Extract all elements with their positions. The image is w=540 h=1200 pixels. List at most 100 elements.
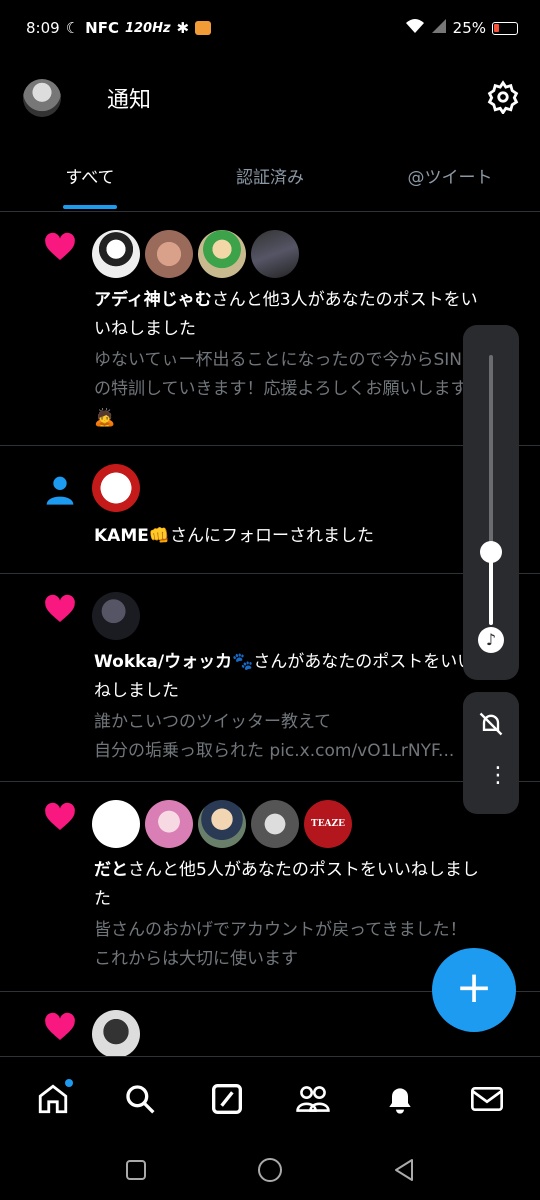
notification-text: Wokka/ウォッカ🐾さんがあなたのポストをいい ねしました <box>94 648 514 706</box>
nav-communities[interactable] <box>291 1077 335 1121</box>
home-icon <box>39 1083 68 1113</box>
notification-text-rest: さんと他5人があなたのポストをいいねしまし <box>128 860 479 880</box>
post-preview-line: の特訓していきます！応援よろしくお願いします <box>94 379 468 399</box>
avatar[interactable] <box>145 800 193 848</box>
bottom-navigation <box>0 1056 540 1140</box>
tab-label: すべて <box>65 168 115 188</box>
tab-mentions[interactable]: @ツイート <box>360 140 540 211</box>
post-preview[interactable]: ゆないてぃー杯出ることになったので今からSING の特訓していきます！応援よろし… <box>94 346 514 433</box>
bell-muted-icon[interactable] <box>477 710 505 742</box>
actor-name[interactable]: だと <box>94 860 128 880</box>
back-icon[interactable] <box>393 1158 415 1182</box>
gear-icon[interactable] <box>486 80 520 116</box>
tab-label: @ツイート <box>407 168 493 188</box>
page-title: 通知 <box>107 88 152 113</box>
avatar[interactable] <box>92 230 140 278</box>
notification-item[interactable]: アディ神じゃむさんと他3人があなたのポストをい いねしました ゆないてぃー杯出る… <box>0 212 540 446</box>
avatar[interactable] <box>251 230 299 278</box>
avatar[interactable] <box>92 800 140 848</box>
notification-text-rest: さんがあなたのポストをいい <box>253 652 475 672</box>
notification-item[interactable]: Wokka/ウォッカ🐾さんがあなたのポストをいい ねしました 誰かこいつのツイッ… <box>0 574 540 782</box>
notification-text: だとさんと他5人があなたのポストをいいねしまし た <box>94 856 514 914</box>
nav-search[interactable] <box>118 1077 162 1121</box>
notification-text-rest: さんと他3人があなたのポストをい <box>211 290 478 310</box>
post-preview-line: 🙇 <box>94 408 116 428</box>
mail-icon <box>470 1086 503 1111</box>
nfc-label: NFC <box>85 19 119 37</box>
unread-dot <box>65 1078 74 1087</box>
more-options-icon[interactable]: ⋮ <box>487 765 509 787</box>
notification-text: KAME👊さんにフォローされました <box>94 522 514 551</box>
avatar[interactable] <box>198 230 246 278</box>
notification-text-rest: さんにフォローされました <box>170 526 375 546</box>
avatar-group <box>92 464 140 512</box>
refresh-rate: 120Hz <box>124 20 171 36</box>
post-preview-line: 自分の垢乗っ取られた pic.x.com/vO1LrNYF... <box>94 741 455 761</box>
bluetooth-icon: ✱ <box>176 19 190 37</box>
profile-avatar[interactable] <box>23 79 61 117</box>
actor-name[interactable]: Wokka/ウォッカ🐾 <box>94 652 253 672</box>
moon-icon: ☾ <box>65 19 80 37</box>
avatar[interactable] <box>92 464 140 512</box>
volume-slider[interactable] <box>489 355 493 625</box>
volume-panel: ♪ <box>463 325 519 680</box>
avatar[interactable] <box>145 230 193 278</box>
app-notification-icon <box>195 21 212 35</box>
post-preview-line: これからは大切に使います <box>94 949 298 969</box>
music-note-icon[interactable]: ♪ <box>478 627 504 653</box>
search-icon <box>126 1084 155 1114</box>
notifications-feed[interactable]: アディ神じゃむさんと他3人があなたのポストをい いねしました ゆないてぃー杯出る… <box>0 212 540 1056</box>
person-icon <box>46 476 74 505</box>
tab-all[interactable]: すべて <box>0 140 180 211</box>
compose-icon <box>211 1083 242 1114</box>
notification-item[interactable]: KAME👊さんにフォローされました <box>0 446 540 574</box>
avatar[interactable] <box>198 800 246 848</box>
battery-icon <box>492 21 518 35</box>
volume-slider-thumb[interactable] <box>480 541 502 563</box>
post-preview-line: 誰かこいつのツイッター教えて <box>94 712 332 732</box>
heart-icon <box>45 594 75 622</box>
nav-notifications[interactable] <box>378 1077 422 1121</box>
avatar-group <box>92 1010 140 1056</box>
post-preview[interactable]: 誰かこいつのツイッター教えて 自分の垢乗っ取られた pic.x.com/vO1L… <box>94 708 514 766</box>
nav-home[interactable] <box>31 1077 75 1121</box>
status-bar: 8:09 ☾ NFC 120Hz ✱ 25% <box>0 0 540 56</box>
avatar[interactable] <box>251 800 299 848</box>
recents-icon[interactable] <box>125 1159 147 1181</box>
system-navigation <box>0 1140 540 1200</box>
avatar[interactable] <box>92 592 140 640</box>
heart-icon <box>45 802 75 830</box>
compose-post-button[interactable]: + <box>432 948 516 1032</box>
notification-tabs: すべて 認証済み @ツイート <box>0 140 540 212</box>
battery-percent: 25% <box>452 19 486 37</box>
nav-messages[interactable] <box>465 1077 509 1121</box>
notification-text: アディ神じゃむさんと他3人があなたのポストをい いねしました <box>94 286 514 344</box>
actor-name[interactable]: アディ神じゃむ <box>94 290 212 310</box>
communities-icon <box>296 1085 331 1112</box>
heart-icon <box>45 1012 75 1040</box>
top-app-bar: 通知 <box>0 56 540 140</box>
nav-grok[interactable] <box>205 1077 249 1121</box>
clock: 8:09 <box>26 19 60 37</box>
active-tab-indicator <box>63 205 117 209</box>
post-preview-line: 皆さんのおかげでアカウントが戻ってきました！ <box>94 920 467 940</box>
avatar-group <box>92 592 140 640</box>
wifi-icon <box>405 18 425 38</box>
avatar-group <box>92 230 299 278</box>
signal-icon <box>431 18 447 38</box>
avatar[interactable] <box>92 1010 140 1056</box>
post-preview-line: ゆないてぃー杯出ることになったので今からSING <box>94 350 476 370</box>
tab-label: 認証済み <box>236 168 304 188</box>
avatar-badge-text: TEAZE <box>311 819 345 829</box>
heart-icon <box>45 232 75 260</box>
home-circle-icon[interactable] <box>257 1157 283 1183</box>
actor-name[interactable]: KAME👊 <box>94 526 170 546</box>
notification-text-rest: た <box>94 889 111 909</box>
avatar[interactable]: TEAZE <box>304 800 352 848</box>
bell-icon <box>389 1087 411 1114</box>
tab-verified[interactable]: 認証済み <box>180 140 360 211</box>
avatar-group: TEAZE <box>92 800 352 848</box>
notification-text-rest: ねしました <box>94 681 179 701</box>
notification-text-rest: いねしました <box>94 319 196 339</box>
volume-options-panel: ⋮ <box>463 692 519 814</box>
